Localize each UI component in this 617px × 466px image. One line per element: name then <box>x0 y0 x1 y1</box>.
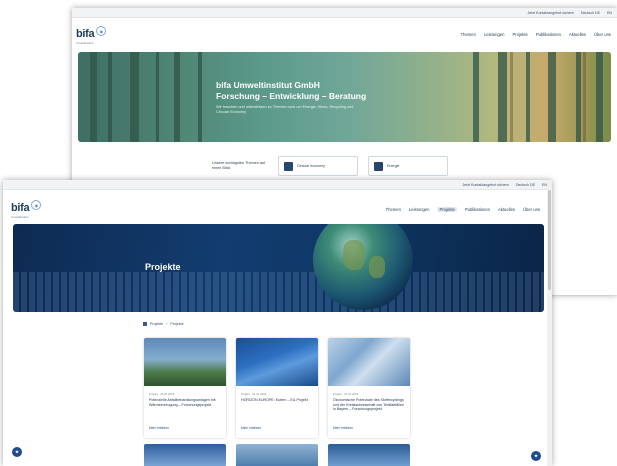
project-title: Potenzielle Abfallbehandlungsanlagen mit… <box>149 398 216 407</box>
logo[interactable]: bifa ◉ Umweltinstitut <box>11 200 42 219</box>
project-date: Projekt · 01.01.2023 <box>333 392 359 396</box>
more-link[interactable]: Mehr erfahren <box>149 426 169 430</box>
logo-text: bifa <box>11 202 30 214</box>
language-select[interactable]: Deutsch DE <box>516 183 535 187</box>
project-card[interactable]: Projekt · 01.01.2023 Ökonomische Potenzi… <box>328 338 410 438</box>
project-card-partial[interactable] <box>144 444 226 466</box>
topic-card-circular[interactable]: Circular economy <box>278 156 358 176</box>
project-image <box>144 338 226 386</box>
project-card[interactable]: Projekt · 01.06.2023 Potenzielle Abfallb… <box>144 338 226 438</box>
nav-themen[interactable]: Themen <box>461 32 476 37</box>
project-card[interactable]: Projekt · 01.01.2023 HORIZON EUROPE: Eut… <box>236 338 318 438</box>
breadcrumb: Projekte › Projekte <box>143 322 184 326</box>
project-date: Projekt · 01.06.2023 <box>149 392 175 396</box>
hero-title-line1: bifa Umweltinstitut GmbH <box>216 80 320 90</box>
top-utility-bar: Jetzt Kontaktangebot sichern Deutsch DE … <box>72 8 617 18</box>
logo-badge-icon: ◉ <box>31 200 42 210</box>
keyboard-image <box>13 272 544 312</box>
chat-fab[interactable]: ✦ <box>531 451 541 461</box>
chat-icon: ✦ <box>533 453 539 460</box>
scrollbar[interactable] <box>547 180 552 466</box>
nav-aktuelles[interactable]: Aktuelles <box>569 32 586 37</box>
more-link[interactable]: Mehr erfahren <box>241 426 261 430</box>
scrollbar-thumb[interactable] <box>548 190 551 290</box>
logo-badge-icon: ◉ <box>96 26 107 36</box>
projects-window: Jetzt Kontaktangebot sichern Deutsch DE … <box>3 180 552 466</box>
top-utility-bar: Jetzt Kontaktangebot sichern Deutsch DE … <box>3 180 552 190</box>
breadcrumb-separator: › <box>166 322 168 326</box>
main-nav: Themen Leistungen Projekte Publikationen… <box>461 32 611 37</box>
hero-banner: bifa Umweltinstitut GmbH Forschung – Ent… <box>78 52 611 142</box>
nav-leistungen[interactable]: Leistungen <box>409 207 430 212</box>
energy-icon <box>374 161 383 171</box>
recycle-icon <box>284 161 293 171</box>
project-title: Ökonomische Potenziale des Stoffrecyclin… <box>333 398 404 412</box>
language-en[interactable]: EN <box>607 11 612 15</box>
project-image <box>236 338 318 386</box>
page-title: Projekte <box>145 262 181 272</box>
project-title: HORIZON EUROPE: Eutern – EU-Projekt <box>241 398 308 402</box>
contact-link[interactable]: Jetzt Kontaktangebot sichern <box>527 11 573 15</box>
topic-label: Circular economy <box>297 164 325 168</box>
hero-title-line2: Forschung – Entwicklung – Beratung <box>216 91 367 101</box>
hero-banner: Projekte <box>13 224 544 312</box>
project-card-partial[interactable] <box>236 444 318 466</box>
project-image <box>328 338 410 386</box>
nav-ueber-uns[interactable]: Über uns <box>594 32 611 37</box>
nav-leistungen[interactable]: Leistungen <box>484 32 505 37</box>
topic-label: Energie <box>387 164 400 168</box>
logo-sub: Umweltinstitut <box>11 215 29 219</box>
nav-publikationen[interactable]: Publikationen <box>465 207 490 212</box>
main-nav: Themen Leistungen Projekte Publikationen… <box>386 207 540 212</box>
language-select[interactable]: Deutsch DE <box>581 11 600 15</box>
nav-projekte[interactable]: Projekte <box>512 32 527 37</box>
nav-aktuelles[interactable]: Aktuelles <box>498 207 515 212</box>
topics-label: Unsere wichtigsten Themen auf einen Blic… <box>212 161 266 170</box>
topic-card-energie[interactable]: Energie <box>368 156 448 176</box>
breadcrumb-item[interactable]: Projekte <box>150 322 163 326</box>
accessibility-icon: ✦ <box>14 449 20 456</box>
contact-link[interactable]: Jetzt Kontaktangebot sichern <box>462 183 508 187</box>
nav-themen[interactable]: Themen <box>386 207 401 212</box>
more-link[interactable]: Mehr erfahren <box>333 426 353 430</box>
logo-text: bifa <box>76 28 95 40</box>
accessibility-button[interactable]: ✦ <box>12 447 22 457</box>
hero-subtitle: Wir forschen und unterstützen zu Themen … <box>216 105 354 114</box>
breadcrumb-item: Projekte <box>170 322 184 326</box>
logo[interactable]: bifa ◉ Umweltinstitut <box>76 26 107 45</box>
nav-projekte[interactable]: Projekte <box>437 207 457 212</box>
nav-publikationen[interactable]: Publikationen <box>536 32 561 37</box>
project-card-partial[interactable] <box>328 444 410 466</box>
project-date: Projekt · 01.01.2023 <box>241 392 267 396</box>
home-icon[interactable] <box>143 322 147 326</box>
nav-ueber-uns[interactable]: Über uns <box>523 207 540 212</box>
topics-row: Unsere wichtigsten Themen auf einen Blic… <box>212 156 448 176</box>
logo-sub: Umweltinstitut <box>76 41 94 45</box>
